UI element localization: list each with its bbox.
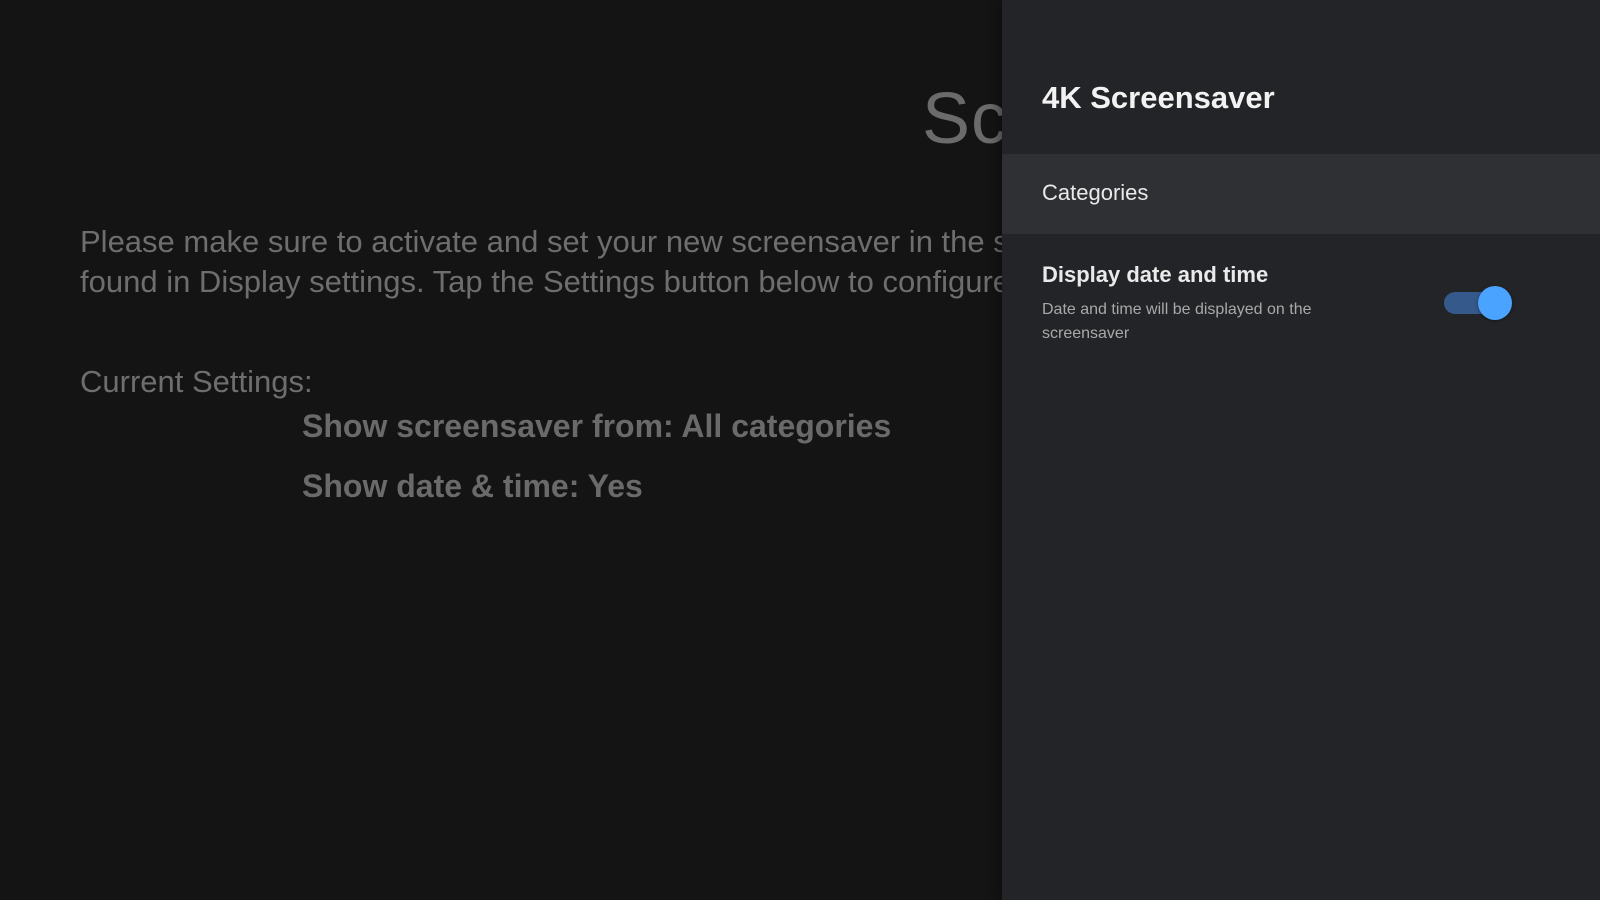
panel-title: 4K Screensaver	[1042, 80, 1275, 115]
categories-item[interactable]: Categories	[1002, 154, 1600, 234]
screen: Sc Please make sure to activate and set …	[0, 0, 1600, 900]
current-setting-categories: Show screensaver from: All categories	[302, 408, 892, 444]
display-date-time-toggle[interactable]	[1444, 284, 1512, 320]
current-settings-label: Current Settings:	[80, 364, 313, 399]
settings-panel: 4K Screensaver Categories Display date a…	[1002, 0, 1600, 900]
display-date-time-title: Display date and time	[1042, 262, 1269, 287]
display-date-time-item[interactable]: Display date and time Date and time will…	[1002, 250, 1600, 350]
display-date-time-subtitle: Date and time will be displayed on the s…	[1042, 301, 1312, 342]
current-setting-date-time: Show date & time: Yes	[302, 468, 643, 504]
page-title: Sc	[922, 79, 1009, 159]
toggle-thumb	[1478, 286, 1512, 320]
categories-label: Categories	[1042, 180, 1149, 205]
